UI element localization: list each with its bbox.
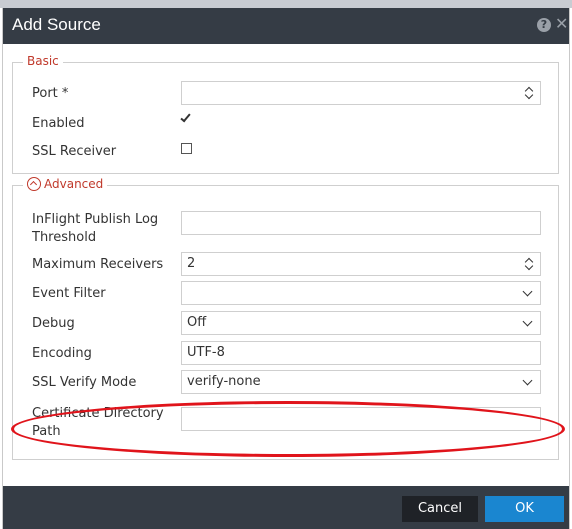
ok-button[interactable]: OK — [485, 496, 564, 522]
help-icon[interactable]: ? — [537, 18, 551, 32]
enabled-label: Enabled — [32, 116, 85, 131]
background-strip — [0, 0, 572, 8]
add-source-dialog: Add Source ? ✕ Basic Port * Enabled SSL … — [2, 8, 570, 529]
ssl-verify-mode-select[interactable]: verify-none — [181, 370, 541, 394]
max-receivers-stepper[interactable]: 2 — [181, 252, 541, 276]
encoding-value: UTF-8 — [187, 345, 225, 360]
port-label: Port * — [32, 86, 69, 101]
certificate-directory-field[interactable] — [181, 407, 541, 431]
advanced-legend-label: Advanced — [44, 177, 104, 191]
debug-select[interactable]: Off — [181, 311, 541, 335]
spinner-arrows-icon[interactable] — [525, 257, 533, 271]
advanced-legend[interactable]: Advanced — [23, 177, 108, 191]
dialog-title: Add Source — [12, 15, 101, 34]
chevron-down-icon[interactable] — [522, 375, 533, 386]
port-input[interactable] — [187, 82, 540, 104]
debug-value: Off — [187, 315, 207, 330]
dialog-footer: Cancel OK — [3, 486, 569, 529]
max-receivers-label: Maximum Receivers — [32, 257, 164, 272]
basic-legend-label: Basic — [27, 54, 59, 68]
encoding-field[interactable]: UTF-8 — [181, 341, 541, 365]
encoding-label: Encoding — [32, 346, 92, 361]
chevron-down-icon[interactable] — [522, 286, 533, 297]
chevron-down-icon[interactable] — [522, 316, 533, 327]
spinner-arrows-icon[interactable] — [525, 86, 533, 100]
inflight-threshold-field[interactable] — [181, 211, 541, 235]
dialog-titlebar: Add Source ? ✕ — [3, 8, 569, 44]
ssl-receiver-checkbox[interactable] — [181, 143, 192, 154]
cancel-button[interactable]: Cancel — [402, 496, 478, 522]
enabled-checkbox[interactable] — [180, 111, 192, 126]
port-stepper[interactable] — [181, 81, 541, 105]
event-filter-select[interactable] — [181, 281, 541, 305]
close-icon[interactable]: ✕ — [555, 15, 568, 33]
certificate-directory-input[interactable] — [187, 408, 540, 430]
ssl-verify-mode-label: SSL Verify Mode — [32, 375, 137, 390]
event-filter-label: Event Filter — [32, 286, 106, 301]
certificate-directory-label: Certificate Directory Path — [32, 406, 164, 439]
max-receivers-value: 2 — [187, 256, 196, 271]
ssl-receiver-label: SSL Receiver — [32, 144, 117, 159]
debug-label: Debug — [32, 316, 75, 331]
chevron-up-circle-icon[interactable] — [27, 177, 41, 191]
inflight-threshold-input[interactable] — [187, 212, 540, 234]
basic-legend: Basic — [23, 54, 63, 68]
ssl-verify-mode-value: verify-none — [187, 374, 261, 389]
inflight-threshold-label: InFlight Publish Log Threshold — [32, 212, 159, 245]
